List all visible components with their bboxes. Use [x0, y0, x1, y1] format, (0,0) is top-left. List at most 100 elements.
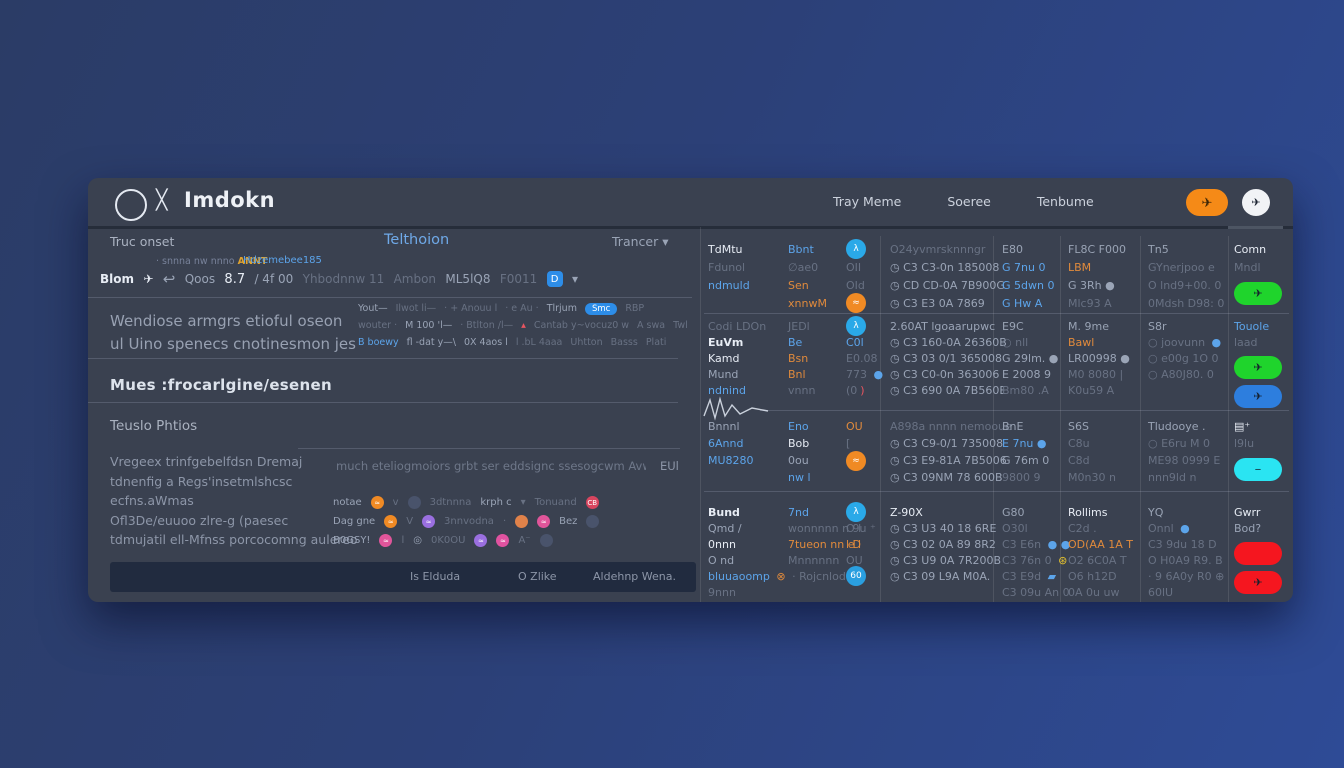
status-dot: ≈ [384, 515, 397, 528]
table-line: ◷ C3 U9 0A 7R200B [890, 552, 1001, 568]
column-divider [880, 236, 881, 602]
table-line: ◷ C3 C3-0n 185008 [890, 258, 1005, 276]
toolbar-item-1[interactable]: Blom [100, 272, 134, 286]
cell-text: GYnerjpoo e [1148, 261, 1215, 274]
table-line: M0n30 n [1068, 469, 1116, 486]
table-col-c7: Tn5GYnerjpoo eO lnd9+00. 00Mdsh D98: 0 [1148, 240, 1224, 312]
table-line: O l [846, 520, 866, 536]
status-dot [515, 515, 528, 528]
table-line: 60lU [1148, 584, 1224, 600]
section-label: Truc onset [110, 234, 174, 249]
cell-text: O nd [708, 554, 734, 567]
table-line: (0) [846, 382, 883, 398]
center-link[interactable]: Telthoion [384, 232, 449, 248]
tag-text: V [406, 516, 413, 527]
toolbar-item-7[interactable]: Yhbodnnw 11 [303, 272, 385, 286]
cell-text: 7nd [788, 506, 809, 519]
table-col-c6: S6SC8uC8dM0n30 n [1068, 418, 1116, 486]
mini-pill[interactable]: Smc [585, 303, 617, 315]
inline-link[interactable]: Hdzemebee185 [243, 255, 322, 266]
subrow-text: Twl [673, 320, 688, 331]
toolbar-item-5[interactable]: 8.7 [224, 272, 245, 287]
cell-text: ◷ C3 160-0A 26360B [890, 336, 1007, 349]
tag-text: krph c [480, 497, 511, 508]
action-button[interactable]: ✈ [1234, 356, 1282, 379]
action-button[interactable]: ✈ [1234, 385, 1282, 408]
cell-text: ◷ C3 09 L9A M0A. [890, 570, 990, 583]
status-dot: ≈ [496, 534, 509, 547]
table-line: LBM [1068, 258, 1126, 276]
table-line: ○ E6ru M 0 [1148, 435, 1220, 452]
table-line: C2d . [1068, 520, 1133, 536]
table-line: · 9 6A0y R0 ⊕ [1148, 568, 1224, 584]
table-line: C3 E9d ▰ [1002, 568, 1070, 584]
cell-text: l D [846, 538, 861, 551]
cell-text: ◷ C3 02 0A 89 8R2 [890, 538, 996, 551]
table-col-icon: OU[≈ [846, 418, 866, 469]
toolbar-item-3[interactable]: ↩ [163, 270, 176, 288]
table-line: G 3Rh ● [1068, 276, 1126, 294]
table-line: A898a nnnn nemooue [890, 418, 1012, 435]
cell-text: Bob [788, 437, 809, 450]
avatar-icon: 60 [846, 566, 866, 586]
cell-text: Bawl [1068, 336, 1094, 349]
cell-text: O30l [1002, 522, 1028, 535]
cell-text: G80 [1002, 506, 1025, 519]
table-line: M. 9me [1068, 318, 1130, 334]
table-col-c6: M. 9meBawlLR00998 ●M0 8080 |K0u59 A [1068, 318, 1130, 398]
table-line: xnnwM [788, 294, 827, 312]
tag-text: Bez [559, 516, 577, 527]
cell-text: Bm80 .A [1002, 384, 1049, 397]
toolbar-item-6[interactable]: / 4f 00 [254, 272, 293, 286]
table-col-c6: FL8C F000LBMG 3Rh ●Mlc93 A [1068, 240, 1126, 312]
table-line: ○ A80J80. 0 [1148, 366, 1221, 382]
status-dot: ≈ [379, 534, 392, 547]
description-line: tdmujatil ell-Mfnss porcocomng aulereo [110, 532, 358, 552]
action-button[interactable]: ✈ [1234, 571, 1282, 594]
toolbar-item-12[interactable]: ▾ [572, 272, 578, 286]
table-line: O6 h12D [1068, 568, 1133, 584]
table-line: M0 8080 | [1068, 366, 1130, 382]
toolbar-item-2[interactable]: ✈ [143, 272, 153, 286]
subrow-text: Yout— [358, 303, 388, 314]
cell-text: TdMtu [708, 243, 742, 256]
toolbar-item-4[interactable]: Qoos [185, 272, 215, 286]
table-line: ◷ C3 690 0A 7B560E [890, 382, 1007, 398]
toolbar-item-9[interactable]: ML5lQ8 [445, 272, 490, 286]
action-button[interactable] [1234, 542, 1282, 565]
toolbar-item-10[interactable]: F0011 [500, 272, 537, 286]
cell-text: C2d . [1068, 522, 1097, 535]
cell-text: ◷ C3 03 0/1 365008 [890, 352, 1002, 365]
table-line: E 7nu ● [1002, 435, 1049, 452]
cell-text: E0.08 [846, 352, 877, 365]
table-line: TdMtu [708, 240, 750, 258]
sub-table-row: B boewyfl -dat y—\0X 4aos ll .bL 4aaaUht… [358, 334, 688, 351]
cell-text: ○ E6ru M 0 [1148, 437, 1210, 450]
action-button[interactable]: − [1234, 458, 1282, 481]
table-col-icon: λO ll DOU60 [846, 504, 866, 584]
status-dot: ≈ [422, 515, 435, 528]
section-sublabel: Teuslo Phtios [110, 418, 197, 434]
table-col-c5: G80O30lC3 E6n ● ●C3 76n 0 ⊛C3 E9d ▰C3 09… [1002, 504, 1070, 600]
table-col-label: Codi LDOnEuVmKamdMundndnind [708, 318, 766, 398]
cell-text: 0A 0u uw [1068, 586, 1119, 599]
app-logo-ring-icon [115, 189, 147, 221]
table-col-ts: 2.60AT lgoaarupwc◷ C3 160-0A 26360B◷ C3 … [890, 318, 1007, 398]
toolbar-item-11[interactable]: D [547, 271, 563, 287]
action-button[interactable]: ✈ [1234, 282, 1282, 305]
table-line: ○ joovunn ● [1148, 334, 1221, 350]
table-line: OD(AA 1A T [1068, 536, 1133, 552]
table-line: Bawl [1068, 334, 1130, 350]
status-item-2: O Zlike [518, 570, 557, 583]
app-window: ╳ Imdokn Tray Meme Soeree Tenbume ✈ ✈ Tr… [88, 178, 1293, 602]
status-dot: ≈ [474, 534, 487, 547]
table-line: Mlc93 A [1068, 294, 1126, 312]
table-line: Codi LDOn [708, 318, 766, 334]
table-line: ≈ [846, 452, 866, 469]
dropdown-trigger[interactable]: Trancer ▾ [612, 234, 668, 249]
cell-text: C3 09u An 0 [1002, 586, 1070, 599]
table-line: O lnd9+00. 0 [1148, 276, 1224, 294]
column-divider [1140, 236, 1141, 602]
table-line: 6Annd [708, 435, 754, 452]
toolbar-item-8[interactable]: Ambon [394, 272, 436, 286]
